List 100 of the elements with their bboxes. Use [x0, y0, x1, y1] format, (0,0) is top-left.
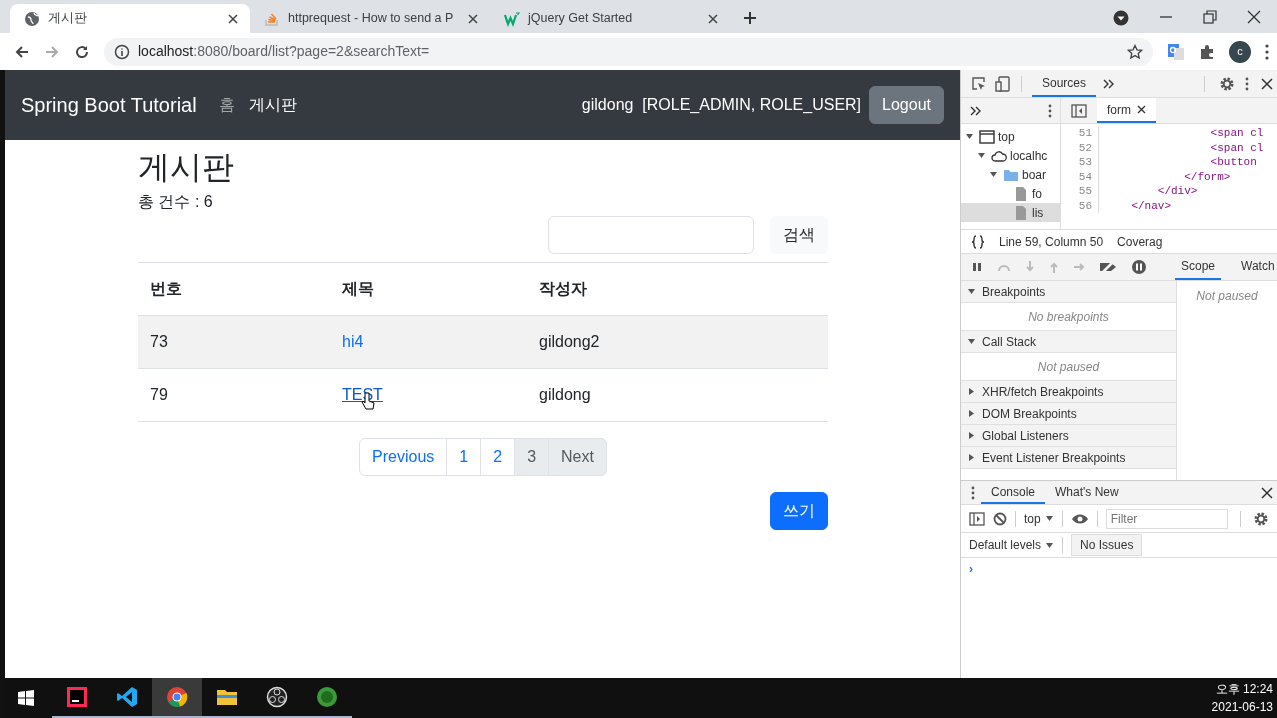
address-bar[interactable]: localhost:8080/board/list?page=2&searchText=	[104, 37, 1153, 66]
tree-label: lis	[1032, 204, 1044, 222]
puzzle-icon[interactable]	[1199, 43, 1215, 60]
code-line: </form>	[1183, 169, 1231, 184]
editor-tab[interactable]: form	[1097, 98, 1156, 123]
star-icon[interactable]	[1127, 43, 1143, 60]
device-icon[interactable]	[995, 75, 1011, 92]
page-link[interactable]: 1	[446, 438, 482, 477]
tree-item[interactable]: top	[961, 127, 1060, 146]
expanded-icon[interactable]	[989, 170, 998, 179]
page-link[interactable]: Previous	[359, 438, 448, 477]
tab-title: 게시판	[48, 10, 88, 28]
search-button[interactable]: 검색	[770, 216, 828, 255]
eye-icon[interactable]	[1070, 512, 1089, 525]
inspect-icon[interactable]	[971, 75, 987, 92]
ide-icon	[66, 686, 88, 708]
drawer-tab[interactable]: What's New	[1045, 481, 1129, 504]
profile-avatar[interactable]: c	[1229, 40, 1251, 63]
tree-label: fo	[1032, 185, 1042, 203]
start-icon[interactable]	[17, 689, 35, 707]
table-cell: 73	[138, 315, 330, 369]
deactivate-breakpoints-icon[interactable]	[1099, 260, 1117, 274]
pause-icon[interactable]	[971, 261, 983, 273]
levels-select[interactable]: Default levels	[969, 536, 1055, 554]
line-number: 51	[1061, 126, 1099, 141]
post-title-link[interactable]: hi4	[342, 333, 364, 351]
sidebar-tab[interactable]: Scope	[1175, 254, 1222, 280]
section-header[interactable]: XHR/fetch Breakpoints	[961, 381, 1176, 403]
clock-time: 오후 12:24	[1214, 681, 1273, 698]
tree-item[interactable]: localhc	[961, 146, 1060, 165]
expanded-icon[interactable]	[977, 151, 986, 160]
close-icon[interactable]	[466, 11, 480, 26]
sidebar-toggle-icon[interactable]	[1071, 103, 1087, 118]
page-link[interactable]: 2	[480, 438, 516, 477]
column-header: 작성자	[527, 262, 828, 316]
forward-icon	[44, 43, 60, 60]
context-select[interactable]: top	[1024, 509, 1054, 528]
format-icon[interactable]	[971, 234, 985, 249]
close-icon[interactable]	[1137, 105, 1146, 114]
section-header[interactable]: Breakpoints	[961, 281, 1176, 303]
console-prompt: ›	[969, 562, 973, 576]
new-tab-icon[interactable]	[742, 10, 758, 26]
pause-exceptions-icon[interactable]	[1131, 259, 1147, 275]
close-icon[interactable]	[1261, 77, 1273, 90]
more-icon[interactable]	[1245, 76, 1249, 91]
code-line: <button	[1209, 155, 1257, 170]
collapsed-icon[interactable]	[967, 431, 976, 440]
expanded-icon[interactable]	[965, 132, 974, 141]
search-field[interactable]	[548, 216, 754, 255]
section-header[interactable]: Event Listener Breakpoints	[961, 447, 1176, 469]
close-icon[interactable]	[1261, 486, 1273, 499]
expanded-icon[interactable]	[967, 337, 976, 346]
taskbar-app[interactable]	[152, 678, 202, 718]
filter-field[interactable]: Filter	[1105, 508, 1228, 529]
collapsed-icon[interactable]	[967, 387, 976, 396]
browser-tab[interactable]: httprequest - How to send a P	[250, 4, 490, 33]
close-icon[interactable]	[1247, 10, 1261, 24]
browser-tab[interactable]: jQuery Get Started	[490, 4, 730, 33]
nav-link[interactable]: 게시판	[248, 93, 297, 117]
issues-button[interactable]: No Issues	[1071, 534, 1143, 556]
more-icon[interactable]	[971, 485, 975, 500]
browser-tab[interactable]: 게시판	[10, 4, 250, 33]
brand-link[interactable]: Spring Boot Tutorial	[21, 90, 197, 120]
tree-item[interactable]: fo	[961, 184, 1060, 203]
step-out-icon	[1049, 260, 1059, 274]
close-icon[interactable]	[226, 11, 240, 26]
write-button[interactable]: 쓰기	[770, 492, 828, 531]
column-header: 번호	[138, 262, 330, 316]
code-line: <span cl	[1209, 126, 1264, 141]
info-icon	[114, 43, 130, 60]
more-tabs-icon[interactable]	[969, 104, 981, 117]
translate-icon[interactable]	[1167, 42, 1185, 61]
cursor-position: Line 59, Column 50	[999, 233, 1104, 251]
sidebar-tab[interactable]: Watch	[1235, 254, 1277, 280]
section-header[interactable]: Global Listeners	[961, 425, 1176, 447]
sidebar-toggle-icon[interactable]	[969, 511, 985, 526]
nav-link[interactable]: 홈	[218, 93, 235, 117]
section-header[interactable]: Call Stack	[961, 331, 1176, 353]
reload-icon[interactable]	[74, 43, 90, 60]
section-header[interactable]: DOM Breakpoints	[961, 403, 1176, 425]
clear-icon[interactable]	[993, 511, 1007, 526]
back-icon[interactable]	[14, 43, 30, 60]
code-line: </div>	[1156, 184, 1198, 199]
collapsed-icon[interactable]	[967, 409, 976, 418]
close-icon[interactable]	[706, 11, 720, 26]
restore-icon[interactable]	[1203, 10, 1217, 24]
expanded-icon[interactable]	[967, 287, 976, 296]
dropdown-icon[interactable]	[1113, 10, 1129, 26]
tree-item[interactable]: boar	[961, 165, 1060, 184]
logout-button[interactable]: Logout	[869, 86, 944, 124]
line-number: 53	[1061, 155, 1099, 170]
tree-item[interactable]: lis	[961, 203, 1060, 222]
more-tabs-icon[interactable]	[1102, 77, 1115, 90]
settings-icon[interactable]	[1252, 510, 1269, 527]
tree-label: boar	[1022, 166, 1047, 184]
collapsed-icon[interactable]	[967, 453, 976, 462]
more-icon[interactable]	[1048, 103, 1052, 118]
more-icon[interactable]	[1265, 43, 1269, 60]
code-editor-icon	[116, 686, 138, 708]
settings-icon[interactable]	[1219, 75, 1235, 92]
